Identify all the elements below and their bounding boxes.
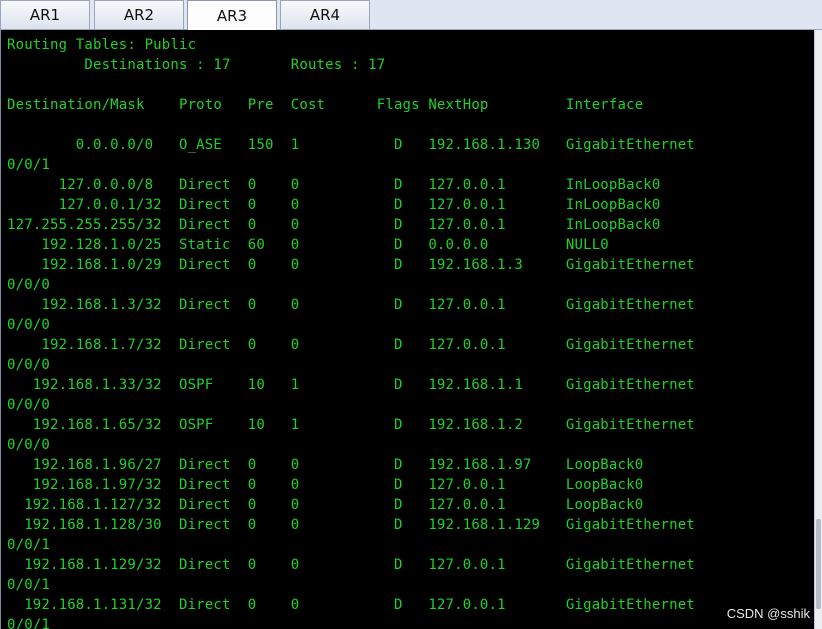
terminal-line: 127.0.0.1/32 Direct 0 0 D 127.0.0.1 InLo…	[7, 197, 661, 213]
terminal-line: 0/0/1	[7, 537, 50, 553]
vertical-scrollbar[interactable]	[814, 30, 822, 629]
terminal-line: 0.0.0.0/0 O_ASE 150 1 D 192.168.1.130 Gi…	[7, 137, 695, 153]
terminal-line: 192.168.1.129/32 Direct 0 0 D 127.0.0.1 …	[7, 557, 695, 573]
terminal-line: 0/0/0	[7, 277, 50, 293]
terminal-line: 192.168.1.0/29 Direct 0 0 D 192.168.1.3 …	[7, 257, 695, 273]
terminal-line: 127.0.0.0/8 Direct 0 0 D 127.0.0.1 InLoo…	[7, 177, 661, 193]
tab-ar3[interactable]: AR3	[187, 0, 277, 31]
terminal-line: 192.168.1.97/32 Direct 0 0 D 127.0.0.1 L…	[7, 477, 644, 493]
scrollbar-thumb[interactable]	[816, 519, 821, 609]
terminal-line: Routing Tables: Public	[7, 37, 197, 53]
terminal-window[interactable]: Routing Tables: Public Destinations : 17…	[0, 30, 814, 629]
terminal-line: 192.168.1.131/32 Direct 0 0 D 127.0.0.1 …	[7, 597, 695, 613]
terminal-line: 192.168.1.7/32 Direct 0 0 D 127.0.0.1 Gi…	[7, 337, 695, 353]
terminal-line: 127.255.255.255/32 Direct 0 0 D 127.0.0.…	[7, 217, 661, 233]
terminal-line: Destinations : 17 Routes : 17	[7, 57, 386, 73]
tab-ar1[interactable]: AR1	[0, 0, 90, 29]
terminal-line: 192.168.1.128/30 Direct 0 0 D 192.168.1.…	[7, 517, 695, 533]
tab-ar4[interactable]: AR4	[280, 0, 370, 29]
terminal-line: 192.168.1.3/32 Direct 0 0 D 127.0.0.1 Gi…	[7, 297, 695, 313]
terminal-line: 0/0/0	[7, 317, 50, 333]
terminal-line: 0/0/0	[7, 397, 50, 413]
terminal-line: 0/0/1	[7, 577, 50, 593]
terminal-line: 0/0/1	[7, 157, 50, 173]
watermark: CSDN @sshik	[726, 606, 810, 621]
terminal-line: 192.168.1.65/32 OSPF 10 1 D 192.168.1.2 …	[7, 417, 695, 433]
terminal-line: 0/0/0	[7, 357, 50, 373]
terminal-line: 192.168.1.33/32 OSPF 10 1 D 192.168.1.1 …	[7, 377, 695, 393]
terminal-line: 0/0/0	[7, 437, 50, 453]
terminal-line: 192.168.1.127/32 Direct 0 0 D 127.0.0.1 …	[7, 497, 644, 513]
tab-ar2[interactable]: AR2	[94, 0, 184, 29]
terminal-line: 192.168.1.96/27 Direct 0 0 D 192.168.1.9…	[7, 457, 644, 473]
terminal-line: Destination/Mask Proto Pre Cost Flags Ne…	[7, 97, 644, 113]
terminal-line: 0/0/1	[7, 617, 50, 629]
tab-bar: AR1 AR2 AR3 AR4	[0, 0, 822, 31]
terminal-line: 192.128.1.0/25 Static 60 0 D 0.0.0.0 NUL…	[7, 237, 609, 253]
terminal-output: Routing Tables: Public Destinations : 17…	[1, 30, 814, 629]
